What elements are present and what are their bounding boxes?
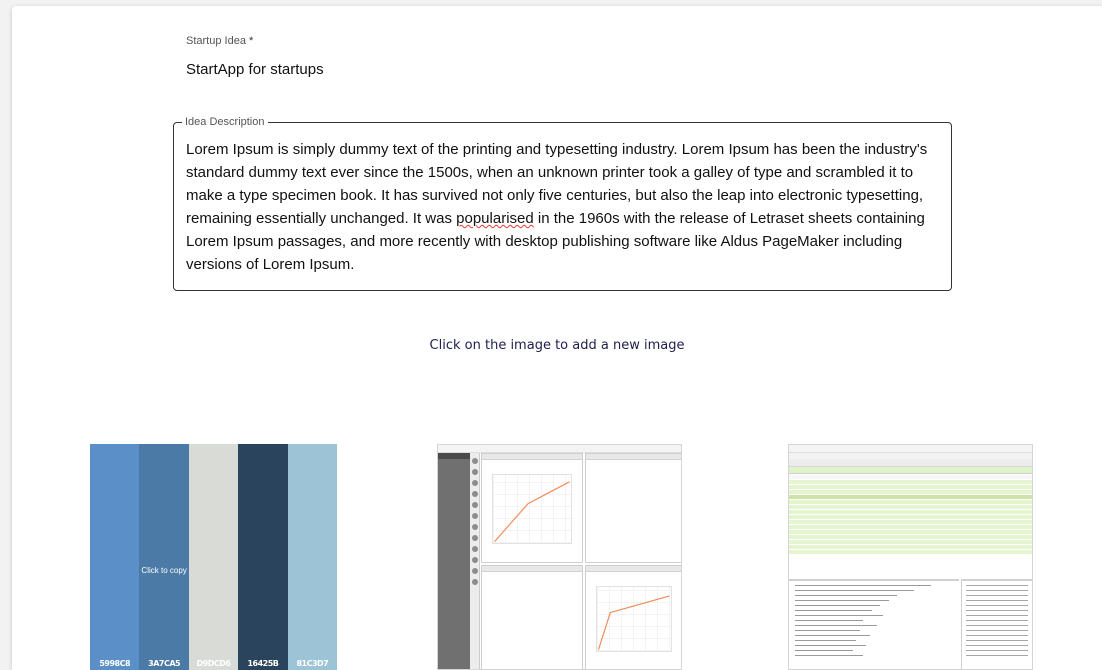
palette-swatch: 5998C8	[90, 444, 140, 670]
idea-form-card: Startup Idea * StartApp for startups Ide…	[12, 6, 1102, 670]
swatch-code: 5998C8	[99, 659, 131, 668]
swatch-code: 3A7CA5	[148, 659, 181, 668]
add-image-link[interactable]: Click on the image to add a new image	[12, 338, 1102, 353]
gallery-image-throughput-graphs[interactable]	[437, 444, 682, 670]
palette-swatch: 81C3D7	[287, 444, 338, 670]
startup-idea-label: Startup Idea *	[186, 35, 253, 47]
palette-swatch: D9DCD6	[188, 444, 239, 670]
description-misspelled-word: popularised	[456, 210, 534, 227]
required-mark: *	[249, 35, 254, 47]
thumb-toolstrip	[470, 453, 480, 669]
thumb-packet-details	[789, 579, 959, 669]
swatch-code: 16425B	[247, 659, 279, 668]
swatch-code: D9DCD6	[196, 659, 231, 668]
idea-description-legend: Idea Description	[182, 115, 268, 129]
click-to-copy-hint: Click to copy	[141, 566, 187, 575]
thumb-filter-bar	[789, 467, 1032, 474]
thumb-graph-panel-2	[585, 565, 681, 669]
startup-idea-label-text: Startup Idea	[186, 35, 246, 47]
idea-description-field[interactable]: Idea Description Lorem Ipsum is simply d…	[173, 115, 952, 291]
gallery-image-packet-capture[interactable]	[788, 444, 1033, 670]
gallery-image-palette[interactable]: 5998C8 Click to copy 3A7CA5 D9DCD6 16425…	[90, 444, 338, 670]
thumb-table-panel-2	[481, 565, 583, 669]
palette-swatch: Click to copy 3A7CA5	[139, 444, 189, 670]
palette-swatch: 16425B	[238, 444, 288, 670]
idea-description-textarea[interactable]: Lorem Ipsum is simply dummy text of the …	[186, 138, 946, 276]
startup-idea-input[interactable]: StartApp for startups	[186, 61, 324, 78]
thumb-titlebar	[438, 445, 681, 453]
thumb-packet-list	[789, 475, 1032, 575]
thumb-toolbar	[789, 459, 1032, 467]
thumb-hex-dump	[961, 579, 1032, 669]
thumb-graph-panel-1	[481, 453, 583, 563]
thumb-sidebar	[438, 453, 470, 669]
thumb-table-panel-1	[585, 453, 681, 563]
thumb-titlebar	[789, 445, 1032, 453]
swatch-code: 81C3D7	[296, 659, 329, 668]
